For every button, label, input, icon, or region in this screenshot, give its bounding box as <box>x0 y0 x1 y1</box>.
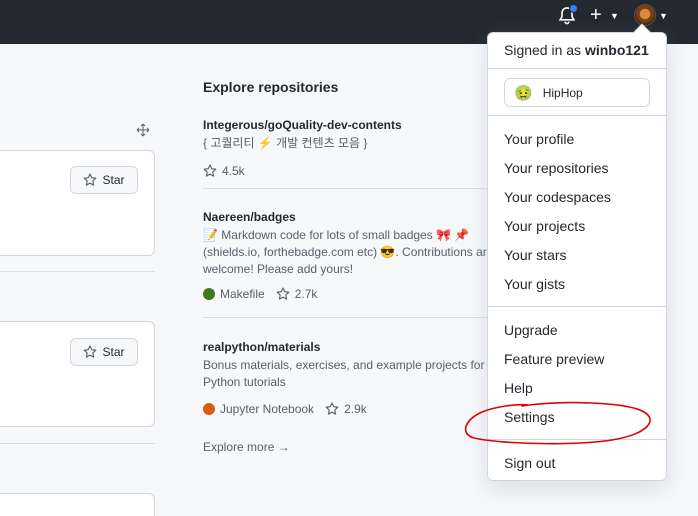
signed-in-as: Signed in as winbo121 <box>504 42 649 58</box>
explore-repo: realpython/materials Bonus materials, ex… <box>203 340 506 416</box>
repo-language: Jupyter Notebook <box>220 402 315 416</box>
menu-divider <box>488 115 666 116</box>
status-emoji-icon: 🤢 <box>514 84 533 102</box>
divider <box>203 317 493 318</box>
plus-icon[interactable]: + <box>590 5 602 25</box>
menu-item-your-projects[interactable]: Your projects <box>504 218 585 234</box>
menu-item-upgrade[interactable]: Upgrade <box>504 322 558 338</box>
star-icon <box>276 287 290 300</box>
explore-more-link[interactable]: Explore more → <box>203 440 290 454</box>
repo-link[interactable]: Naereen/badges <box>203 210 493 224</box>
menu-item-your-repositories[interactable]: Your repositories <box>504 160 609 176</box>
repo-stars[interactable]: 2.9k <box>344 402 367 416</box>
repo-language: Makefile <box>220 287 265 301</box>
repo-card <box>0 321 155 427</box>
repo-description: Bonus materials, exercises, and example … <box>203 358 506 389</box>
set-status-button[interactable]: 🤢 HipHop <box>504 78 650 107</box>
language-color-dot <box>203 288 215 300</box>
star-button[interactable]: Star <box>70 166 138 194</box>
move-icon[interactable] <box>136 123 150 137</box>
repo-link[interactable]: Integerous/goQuality-dev-contents <box>203 118 493 132</box>
language-color-dot <box>203 403 215 415</box>
explore-title: Explore repositories <box>203 79 339 95</box>
menu-item-your-profile[interactable]: Your profile <box>504 131 574 147</box>
repo-card <box>0 493 155 516</box>
repo-meta: 4.5k <box>203 164 493 178</box>
repo-description: { 고퀄리티 ⚡ 개발 컨텐츠 모음 } <box>203 136 368 150</box>
divider <box>0 443 155 444</box>
bell-icon[interactable] <box>557 4 578 26</box>
chevron-down-icon[interactable]: ▼ <box>610 11 619 21</box>
explore-repo: Naereen/badges 📝 Markdown code for lots … <box>203 210 493 301</box>
star-label: Star <box>102 173 125 187</box>
menu-item-settings[interactable]: Settings <box>504 409 555 425</box>
menu-item-feature-preview[interactable]: Feature preview <box>504 351 604 367</box>
repo-meta: Makefile 2.7k <box>203 287 493 301</box>
star-label: Star <box>102 345 125 359</box>
divider <box>0 271 155 272</box>
avatar[interactable] <box>634 4 656 26</box>
notification-indicator <box>569 4 578 13</box>
repo-link[interactable]: realpython/materials <box>203 340 493 354</box>
repo-stars[interactable]: 2.7k <box>295 287 318 301</box>
explore-repo: Integerous/goQuality-dev-contents { 고퀄리티… <box>203 118 493 178</box>
menu-item-sign-out[interactable]: Sign out <box>504 455 555 471</box>
star-icon <box>84 173 97 186</box>
repo-description: 📝 Markdown code for lots of small badges… <box>203 228 494 276</box>
status-text: HipHop <box>542 85 583 100</box>
repo-meta: Jupyter Notebook 2.9k <box>203 402 493 416</box>
star-icon <box>203 164 217 177</box>
star-icon <box>325 402 339 415</box>
repo-stars[interactable]: 4.5k <box>222 164 245 178</box>
star-button[interactable]: Star <box>70 338 138 366</box>
menu-divider <box>488 306 666 307</box>
divider <box>203 188 493 189</box>
star-icon <box>84 345 97 358</box>
menu-divider <box>488 439 666 440</box>
menu-divider <box>488 68 666 69</box>
menu-item-your-stars[interactable]: Your stars <box>504 247 567 263</box>
menu-item-help[interactable]: Help <box>504 380 533 396</box>
username[interactable]: winbo121 <box>585 42 649 58</box>
menu-item-your-gists[interactable]: Your gists <box>504 276 565 292</box>
menu-item-your-codespaces[interactable]: Your codespaces <box>504 189 611 205</box>
chevron-down-icon[interactable]: ▼ <box>659 11 668 21</box>
